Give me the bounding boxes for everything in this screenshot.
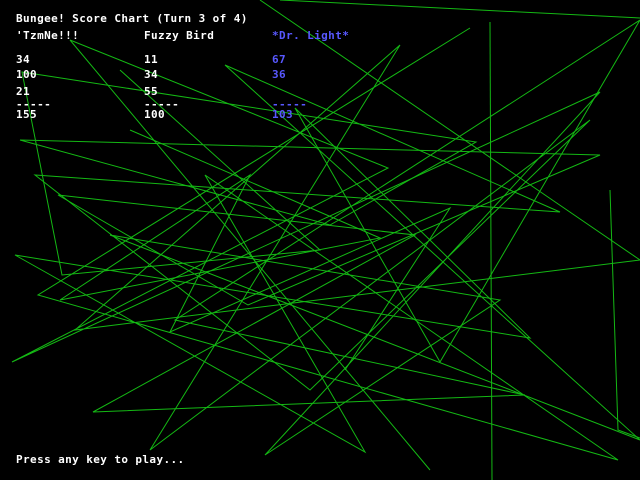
- press-any-key-prompt: Press any key to play...: [16, 453, 185, 466]
- player-1-turn-2-score: 100: [16, 68, 38, 81]
- player-1-name: 'TzmNe!!!: [16, 29, 80, 42]
- player-3-turn-1-score: 67: [272, 53, 287, 66]
- score-chart-title: Bungee! Score Chart (Turn 3 of 4): [16, 12, 248, 25]
- player-2-name: Fuzzy Bird: [144, 29, 215, 42]
- player-2-turn-2-score: 34: [144, 68, 159, 81]
- player-3-turn-2-score: 36: [272, 68, 287, 81]
- player-2-total-score: 100: [144, 108, 166, 121]
- player-1-turn-3-score: 21: [16, 85, 31, 98]
- player-1-turn-1-score: 34: [16, 53, 31, 66]
- bungee-line-art: [11, 0, 640, 480]
- player-3-total-score: 103: [272, 108, 294, 121]
- player-3-name: *Dr. Light*: [272, 29, 350, 42]
- player-1-total-score: 155: [16, 108, 38, 121]
- score-chart-screen[interactable]: Bungee! Score Chart (Turn 3 of 4) 'TzmNe…: [0, 0, 640, 480]
- player-2-turn-1-score: 11: [144, 53, 159, 66]
- player-2-turn-3-score: 55: [144, 85, 159, 98]
